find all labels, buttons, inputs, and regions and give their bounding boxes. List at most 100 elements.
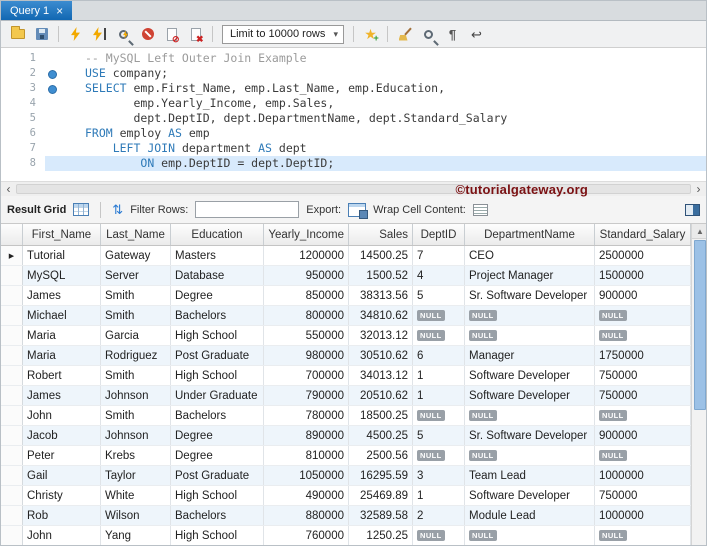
- cell-first_name[interactable]: Gail: [23, 466, 101, 485]
- export-icon[interactable]: [348, 202, 369, 219]
- column-header-standard_salary[interactable]: Standard_Salary: [595, 224, 691, 245]
- cell-departmentname[interactable]: Team Lead: [465, 466, 595, 485]
- rollback-button[interactable]: ✖: [184, 23, 207, 45]
- cell-standard_salary[interactable]: 750000: [595, 386, 691, 405]
- cell-last_name[interactable]: White: [101, 486, 171, 505]
- cell-sales[interactable]: 1250.25: [349, 526, 413, 545]
- row-marker[interactable]: [1, 426, 23, 445]
- cell-standard_salary[interactable]: 1750000: [595, 346, 691, 365]
- table-row[interactable]: Christy White High School 490000 25469.89 1 So…: [1, 486, 691, 506]
- cell-yearly_income[interactable]: 880000: [264, 506, 349, 525]
- cell-education[interactable]: Degree: [171, 426, 264, 445]
- cell-last_name[interactable]: Krebs: [101, 446, 171, 465]
- cell-yearly_income[interactable]: 890000: [264, 426, 349, 445]
- stop-query-button[interactable]: [136, 23, 159, 45]
- cell-yearly_income[interactable]: 1200000: [264, 246, 349, 265]
- editor-line-1[interactable]: 1 -- MySQL Left Outer Join Example: [1, 51, 706, 66]
- editor-line-4[interactable]: 4 emp.Yearly_Income, emp.Sales,: [1, 96, 706, 111]
- beautify-sql-button[interactable]: [393, 23, 416, 45]
- cell-departmentname[interactable]: NULL: [465, 306, 595, 325]
- cell-deptid[interactable]: 1: [413, 366, 465, 385]
- row-marker[interactable]: [1, 446, 23, 465]
- vertical-scrollbar[interactable]: ▲: [691, 224, 706, 545]
- cell-last_name[interactable]: Johnson: [101, 426, 171, 445]
- row-marker[interactable]: [1, 526, 23, 545]
- cell-deptid[interactable]: 3: [413, 466, 465, 485]
- column-header-sales[interactable]: Sales: [349, 224, 413, 245]
- table-row[interactable]: James Johnson Under Graduate 790000 20510.62…: [1, 386, 691, 406]
- cell-education[interactable]: Post Graduate: [171, 466, 264, 485]
- cell-sales[interactable]: 1500.52: [349, 266, 413, 285]
- row-marker[interactable]: [1, 266, 23, 285]
- column-header-departmentname[interactable]: DepartmentName: [465, 224, 595, 245]
- cell-standard_salary[interactable]: 900000: [595, 426, 691, 445]
- cell-sales[interactable]: 16295.59: [349, 466, 413, 485]
- row-marker[interactable]: [1, 386, 23, 405]
- cell-last_name[interactable]: Garcia: [101, 326, 171, 345]
- table-row[interactable]: John Yang High School 760000 1250.25 NULL NULL…: [1, 526, 691, 545]
- sql-editor[interactable]: 1 -- MySQL Left Outer Join Example 2 USE co…: [1, 48, 706, 181]
- cell-yearly_income[interactable]: 760000: [264, 526, 349, 545]
- cell-last_name[interactable]: Yang: [101, 526, 171, 545]
- cell-last_name[interactable]: Johnson: [101, 386, 171, 405]
- cell-first_name[interactable]: MySQL: [23, 266, 101, 285]
- filter-sort-arrows-icon[interactable]: ⇅: [112, 203, 123, 216]
- row-marker[interactable]: [1, 486, 23, 505]
- cell-first_name[interactable]: James: [23, 286, 101, 305]
- cell-yearly_income[interactable]: 490000: [264, 486, 349, 505]
- row-marker[interactable]: [1, 466, 23, 485]
- cell-sales[interactable]: 34810.62: [349, 306, 413, 325]
- wrap-cell-content-icon[interactable]: [472, 203, 488, 216]
- cell-education[interactable]: Masters: [171, 246, 264, 265]
- scroll-up-arrow-icon[interactable]: ▲: [692, 224, 706, 239]
- row-marker[interactable]: [1, 506, 23, 525]
- cell-education[interactable]: Database: [171, 266, 264, 285]
- cell-departmentname[interactable]: Software Developer: [465, 386, 595, 405]
- cell-yearly_income[interactable]: 810000: [264, 446, 349, 465]
- cell-departmentname[interactable]: NULL: [465, 446, 595, 465]
- cell-standard_salary[interactable]: NULL: [595, 446, 691, 465]
- cell-yearly_income[interactable]: 800000: [264, 306, 349, 325]
- editor-line-6[interactable]: 6 FROM employ AS emp: [1, 126, 706, 141]
- cell-education[interactable]: High School: [171, 486, 264, 505]
- cell-deptid[interactable]: 1: [413, 386, 465, 405]
- cell-sales[interactable]: 34013.12: [349, 366, 413, 385]
- row-marker[interactable]: [1, 406, 23, 425]
- table-row[interactable]: MySQL Server Database 950000 1500.52 4 Project…: [1, 266, 691, 286]
- cell-departmentname[interactable]: NULL: [465, 406, 595, 425]
- cell-first_name[interactable]: John: [23, 526, 101, 545]
- cell-departmentname[interactable]: Software Developer: [465, 486, 595, 505]
- cell-departmentname[interactable]: Manager: [465, 346, 595, 365]
- cell-departmentname[interactable]: Software Developer: [465, 366, 595, 385]
- cell-deptid[interactable]: 4: [413, 266, 465, 285]
- cell-sales[interactable]: 38313.56: [349, 286, 413, 305]
- table-row[interactable]: Michael Smith Bachelors 800000 34810.62 NULL N…: [1, 306, 691, 326]
- cell-yearly_income[interactable]: 1050000: [264, 466, 349, 485]
- row-marker[interactable]: [1, 326, 23, 345]
- cell-deptid[interactable]: 7: [413, 246, 465, 265]
- cell-education[interactable]: High School: [171, 366, 264, 385]
- editor-line-3[interactable]: 3 SELECT emp.First_Name, emp.Last_Name, e…: [1, 81, 706, 96]
- cell-yearly_income[interactable]: 980000: [264, 346, 349, 365]
- table-row[interactable]: John Smith Bachelors 780000 18500.25 NULL NULL…: [1, 406, 691, 426]
- cell-last_name[interactable]: Rodriguez: [101, 346, 171, 365]
- row-marker[interactable]: [1, 306, 23, 325]
- cell-deptid[interactable]: NULL: [413, 446, 465, 465]
- scroll-left-arrow-icon[interactable]: ‹: [1, 182, 16, 196]
- tab-query-1[interactable]: Query 1 ×: [1, 1, 73, 20]
- cell-departmentname[interactable]: Sr. Software Developer: [465, 426, 595, 445]
- cell-last_name[interactable]: Wilson: [101, 506, 171, 525]
- cell-deptid[interactable]: 1: [413, 486, 465, 505]
- cell-yearly_income[interactable]: 950000: [264, 266, 349, 285]
- cell-sales[interactable]: 25469.89: [349, 486, 413, 505]
- cell-first_name[interactable]: Maria: [23, 346, 101, 365]
- cell-standard_salary[interactable]: 750000: [595, 366, 691, 385]
- result-grid-icon[interactable]: [73, 203, 90, 216]
- cell-last_name[interactable]: Smith: [101, 366, 171, 385]
- row-marker[interactable]: [1, 286, 23, 305]
- cell-deptid[interactable]: 5: [413, 426, 465, 445]
- cell-education[interactable]: High School: [171, 326, 264, 345]
- cell-education[interactable]: Bachelors: [171, 406, 264, 425]
- cell-yearly_income[interactable]: 780000: [264, 406, 349, 425]
- cell-yearly_income[interactable]: 700000: [264, 366, 349, 385]
